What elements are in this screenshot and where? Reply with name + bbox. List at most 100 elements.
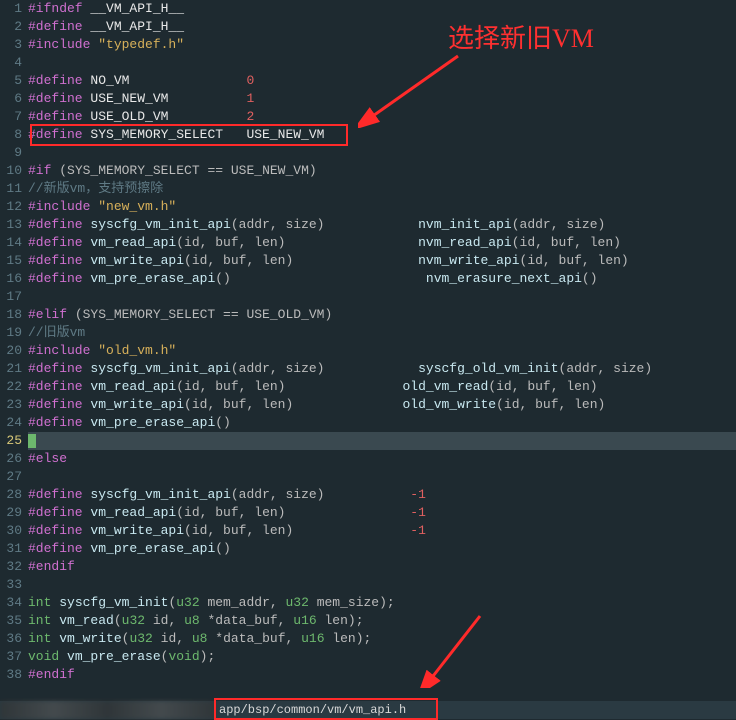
line-number: 3: [0, 36, 22, 54]
line-number: 33: [0, 576, 22, 594]
code-line[interactable]: #define syscfg_vm_init_api(addr, size) s…: [28, 360, 736, 378]
code-line[interactable]: #ifndef __VM_API_H__: [28, 0, 736, 18]
line-number: 2: [0, 18, 22, 36]
code-line[interactable]: #include "old_vm.h": [28, 342, 736, 360]
token: #define: [28, 541, 90, 556]
token: (SYS_MEMORY_SELECT: [75, 307, 223, 322]
token: #define: [28, 253, 90, 268]
token: u16: [293, 613, 316, 628]
line-number: 22: [0, 378, 22, 396]
code-lines[interactable]: #ifndef __VM_API_H__#define __VM_API_H__…: [28, 0, 736, 701]
code-editor[interactable]: 1234567891011121314151617181920212223242…: [0, 0, 736, 719]
token: vm_read: [59, 613, 114, 628]
token: vm_write_api: [90, 253, 184, 268]
cursor: [28, 434, 36, 448]
token: ==: [207, 163, 223, 178]
code-line[interactable]: #else: [28, 450, 736, 468]
token: #define: [28, 109, 90, 124]
line-number: 20: [0, 342, 22, 360]
code-line[interactable]: [28, 468, 736, 486]
line-number: 15: [0, 252, 22, 270]
code-line[interactable]: #define USE_OLD_VM 2: [28, 108, 736, 126]
token: old_vm_read: [403, 379, 489, 394]
code-line[interactable]: #define vm_pre_erase_api() nvm_erasure_n…: [28, 270, 736, 288]
code-line[interactable]: #define vm_pre_erase_api(): [28, 540, 736, 558]
code-line[interactable]: #define vm_read_api(id, buf, len) old_vm…: [28, 378, 736, 396]
code-area[interactable]: 1234567891011121314151617181920212223242…: [0, 0, 736, 701]
code-line[interactable]: #define vm_write_api(id, buf, len) -1: [28, 522, 736, 540]
token: -1: [410, 523, 426, 538]
line-number: 32: [0, 558, 22, 576]
status-file-path: app/bsp/common/vm/vm_api.h: [215, 703, 406, 717]
code-line[interactable]: [28, 576, 736, 594]
token: SYS_MEMORY_SELECT USE_NEW_VM: [90, 127, 324, 142]
line-number-gutter: 1234567891011121314151617181920212223242…: [0, 0, 28, 701]
token: #define: [28, 523, 90, 538]
token: //旧版vm: [28, 325, 85, 340]
token: (id, buf, len): [184, 523, 410, 538]
token: (): [582, 271, 598, 286]
token: vm_pre_erase: [67, 649, 161, 664]
token: "old_vm.h": [98, 343, 176, 358]
token: #include: [28, 199, 98, 214]
code-line[interactable]: #define vm_write_api(id, buf, len) old_v…: [28, 396, 736, 414]
code-line[interactable]: #define vm_read_api(id, buf, len) -1: [28, 504, 736, 522]
code-line[interactable]: #define __VM_API_H__: [28, 18, 736, 36]
token: (id, buf, len): [176, 505, 410, 520]
code-line[interactable]: int vm_write(u32 id, u8 *data_buf, u16 l…: [28, 630, 736, 648]
token: "new_vm.h": [98, 199, 176, 214]
token: *data_buf,: [207, 631, 301, 646]
code-line[interactable]: #define USE_NEW_VM 1: [28, 90, 736, 108]
code-line[interactable]: [28, 432, 736, 450]
code-line[interactable]: //新版vm，支持预擦除: [28, 180, 736, 198]
token: __VM_API_H__: [90, 19, 184, 34]
code-line[interactable]: #define vm_read_api(id, buf, len) nvm_re…: [28, 234, 736, 252]
code-line[interactable]: #elif (SYS_MEMORY_SELECT == USE_OLD_VM): [28, 306, 736, 324]
code-line[interactable]: #include "new_vm.h": [28, 198, 736, 216]
token: #if: [28, 163, 59, 178]
token: 1: [246, 91, 254, 106]
line-number: 7: [0, 108, 22, 126]
code-line[interactable]: #define SYS_MEMORY_SELECT USE_NEW_VM: [28, 126, 736, 144]
token: #define: [28, 235, 90, 250]
token: #define: [28, 217, 90, 232]
token: id,: [145, 613, 184, 628]
code-line[interactable]: #if (SYS_MEMORY_SELECT == USE_NEW_VM): [28, 162, 736, 180]
line-number: 10: [0, 162, 22, 180]
token: (id, buf, len): [176, 235, 418, 250]
token: *data_buf,: [200, 613, 294, 628]
code-line[interactable]: #define vm_pre_erase_api(): [28, 414, 736, 432]
token: int: [28, 595, 59, 610]
code-line[interactable]: #define syscfg_vm_init_api(addr, size) -…: [28, 486, 736, 504]
line-number: 36: [0, 630, 22, 648]
code-line[interactable]: int syscfg_vm_init(u32 mem_addr, u32 mem…: [28, 594, 736, 612]
line-number: 29: [0, 504, 22, 522]
code-line[interactable]: int vm_read(u32 id, u8 *data_buf, u16 le…: [28, 612, 736, 630]
code-line[interactable]: void vm_pre_erase(void);: [28, 648, 736, 666]
token: #define: [28, 397, 90, 412]
token: vm_read_api: [90, 235, 176, 250]
line-number: 24: [0, 414, 22, 432]
code-line[interactable]: [28, 288, 736, 306]
token: vm_read_api: [90, 379, 176, 394]
token: #define: [28, 19, 90, 34]
code-line[interactable]: [28, 144, 736, 162]
token: USE_OLD_VM): [239, 307, 333, 322]
token: int: [28, 631, 59, 646]
code-line[interactable]: [28, 54, 736, 72]
code-line[interactable]: //旧版vm: [28, 324, 736, 342]
token: (): [215, 271, 426, 286]
token: u16: [301, 631, 324, 646]
code-line[interactable]: #include "typedef.h": [28, 36, 736, 54]
code-line[interactable]: #define NO_VM 0: [28, 72, 736, 90]
line-number: 4: [0, 54, 22, 72]
code-line[interactable]: #define vm_write_api(id, buf, len) nvm_w…: [28, 252, 736, 270]
line-number: 23: [0, 396, 22, 414]
token: (id, buf, len): [176, 379, 402, 394]
code-line[interactable]: #endif: [28, 558, 736, 576]
token: 0: [246, 73, 254, 88]
token: old_vm_write: [402, 397, 496, 412]
code-line[interactable]: #define syscfg_vm_init_api(addr, size) n…: [28, 216, 736, 234]
code-line[interactable]: #endif: [28, 666, 736, 684]
line-number: 6: [0, 90, 22, 108]
